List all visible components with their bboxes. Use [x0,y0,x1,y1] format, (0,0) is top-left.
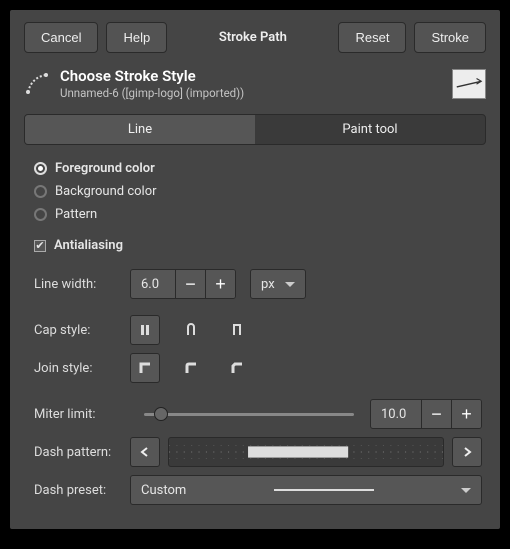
cap-style-label: Cap style: [34,323,122,338]
dialog-title: Stroke Path [203,23,303,52]
antialiasing-checkbox[interactable]: ✔ Antialiasing [34,234,482,257]
header: Choose Stroke Style Unnamed-6 ([gimp-log… [10,63,500,110]
miter-limit-input[interactable]: 10.0 − + [370,399,482,429]
cancel-button[interactable]: Cancel [24,22,98,53]
radio-pattern[interactable]: Pattern [34,203,482,226]
dash-preset-select[interactable]: Custom [130,475,482,505]
join-round-button[interactable] [176,353,206,383]
miter-limit-row: Miter limit: 10.0 − + [34,395,482,433]
line-options: Foreground color Background color Patter… [10,145,500,525]
tab-paint-tool[interactable]: Paint tool [255,115,485,144]
dash-scroll-left[interactable] [130,437,160,467]
join-style-row: Join style: [34,349,482,387]
dash-preset-value: Custom [141,483,186,498]
antialiasing-label: Antialiasing [54,238,123,253]
radio-background-color[interactable]: Background color [34,180,482,203]
stroke-mode-tabs: Line Paint tool [24,114,486,145]
dash-pattern-label: Dash pattern: [34,445,122,460]
line-width-row: Line width: 6.0 − + px [34,265,482,303]
cap-style-row: Cap style: [34,311,482,349]
dash-preset-row: Dash preset: Custom [34,471,482,509]
join-bevel-button[interactable] [222,353,252,383]
dash-pattern-editor[interactable] [168,437,444,467]
line-width-increment[interactable]: + [205,270,235,298]
miter-limit-increment[interactable]: + [451,400,481,428]
join-style-label: Join style: [34,361,122,376]
stroke-path-icon [24,71,50,97]
line-width-unit-select[interactable]: px [250,269,306,299]
dash-scroll-right[interactable] [452,437,482,467]
dash-preset-preview [274,489,374,491]
chevron-down-icon [461,488,471,493]
line-width-input[interactable]: 6.0 − + [130,269,236,299]
radio-background-label: Background color [55,184,157,199]
radio-foreground-label: Foreground color [55,161,155,176]
line-width-unit: px [261,277,275,292]
radio-pattern-label: Pattern [55,207,97,222]
dash-pattern-row: Dash pattern: [34,433,482,471]
line-width-decrement[interactable]: − [175,270,205,298]
stroke-button[interactable]: Stroke [414,22,486,53]
reset-button[interactable]: Reset [338,22,406,53]
miter-limit-label: Miter limit: [34,407,122,422]
line-width-label: Line width: [34,277,122,292]
dash-preset-label: Dash preset: [34,483,122,498]
chevron-down-icon [285,282,295,287]
join-miter-button[interactable] [130,353,160,383]
miter-limit-decrement[interactable]: − [421,400,451,428]
miter-limit-value: 10.0 [371,407,421,422]
stroke-path-dialog: Cancel Help Stroke Path Reset Stroke Cho… [10,10,500,529]
check-icon: ✔ [34,240,46,252]
tab-line[interactable]: Line [25,115,255,144]
cap-butt-button[interactable] [130,315,160,345]
preview-swatch [452,69,486,99]
header-subtitle: Unnamed-6 ([gimp-logo] (imported)) [60,86,442,100]
line-width-value: 6.0 [131,277,175,292]
dialog-action-bar: Cancel Help Stroke Path Reset Stroke [10,10,500,63]
cap-round-button[interactable] [176,315,206,345]
radio-foreground-color[interactable]: Foreground color [34,157,482,180]
header-title: Choose Stroke Style [60,67,442,85]
cap-square-button[interactable] [222,315,252,345]
help-button[interactable]: Help [106,22,167,53]
miter-limit-slider[interactable] [144,406,354,422]
